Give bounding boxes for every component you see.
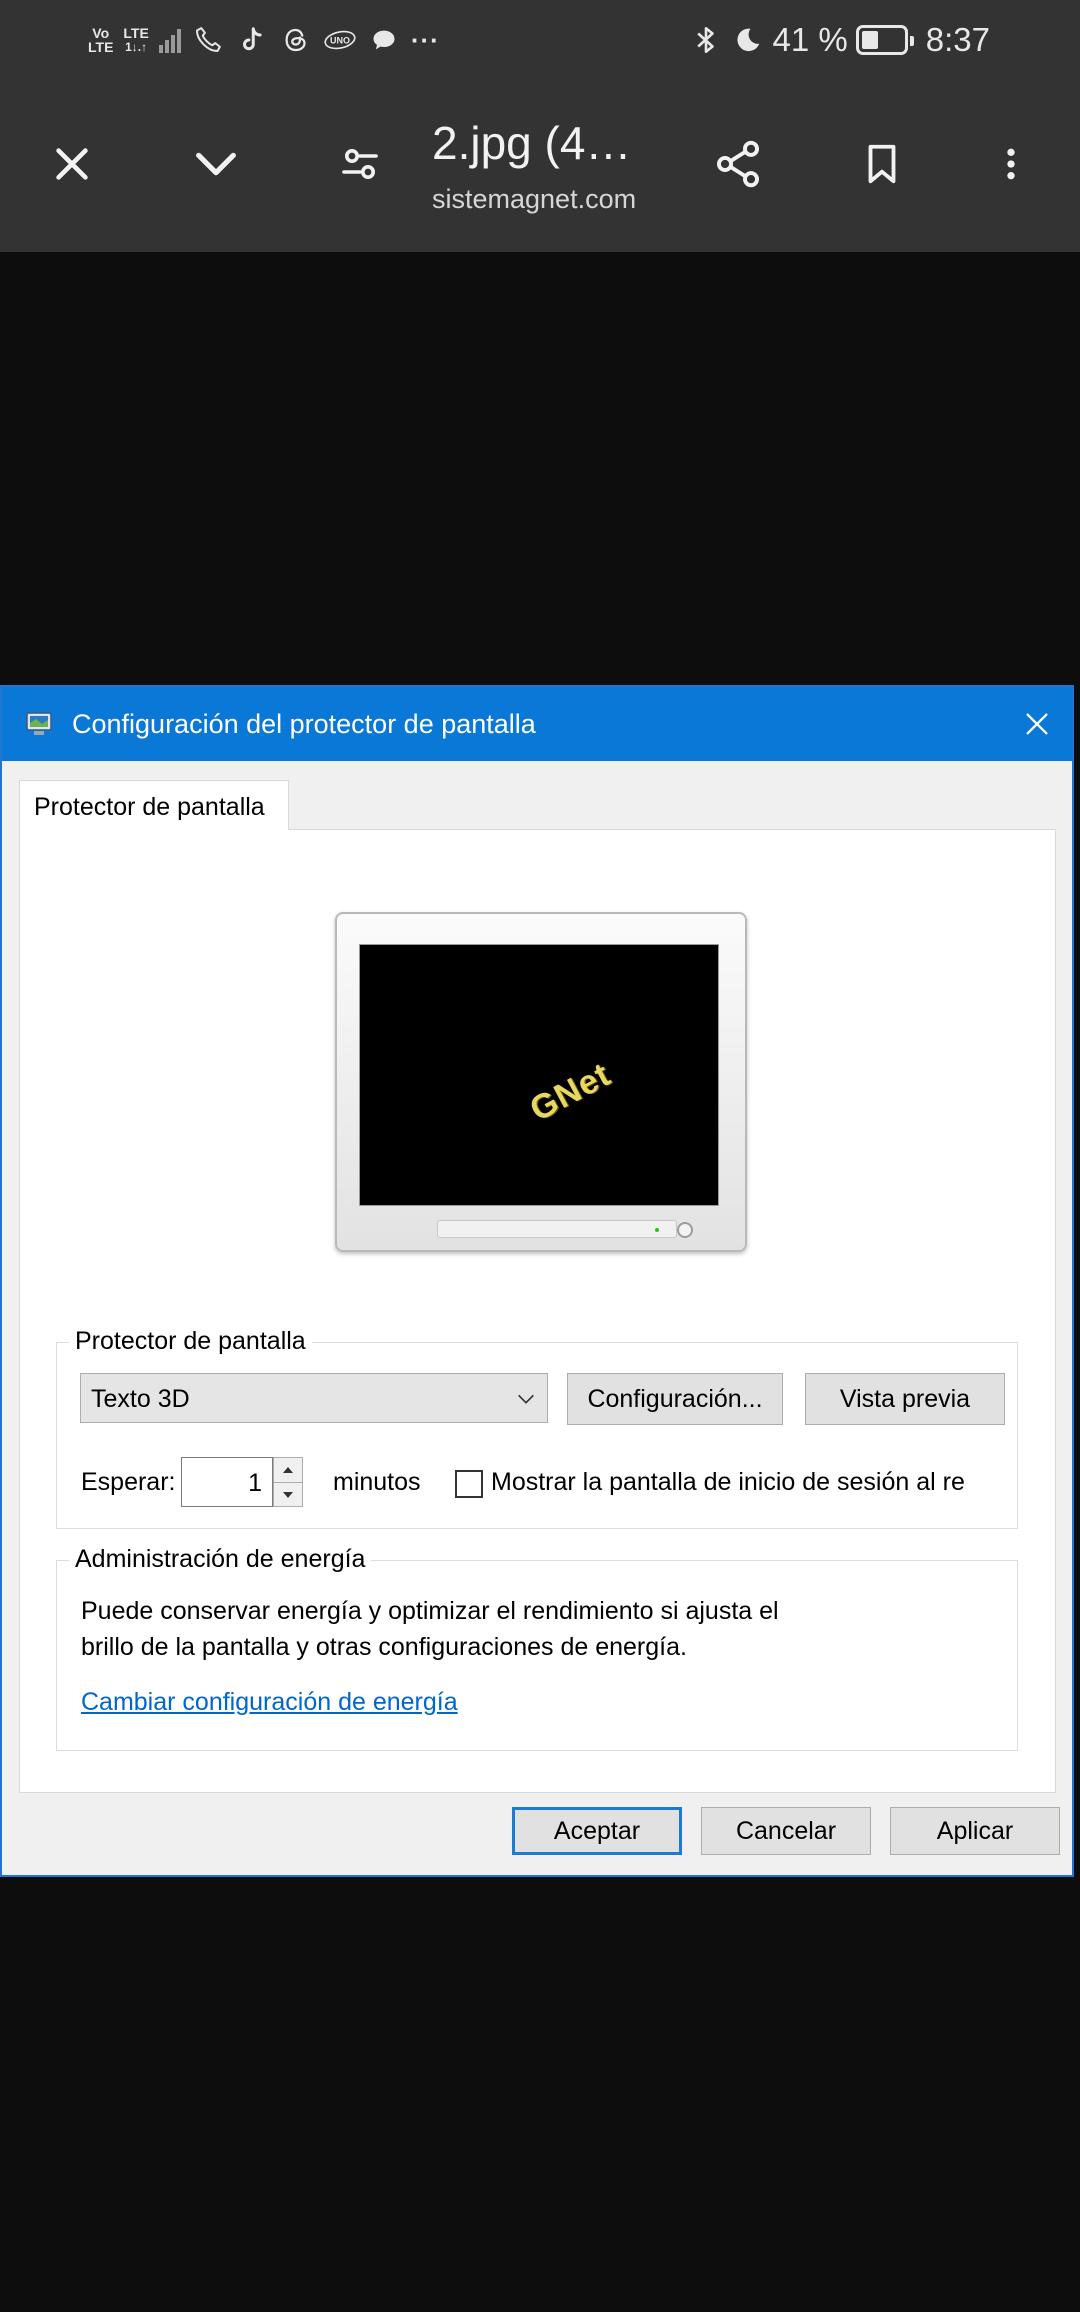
svg-text:UNO: UNO [330,36,350,46]
screensaver-settings-button[interactable]: Configuración... [567,1373,783,1425]
status-bar: Vo LTE LTE 1↓.↑ UNO ··· 41 % 8:37 [0,0,1080,80]
status-bar-left: Vo LTE LTE 1↓.↑ UNO ··· [88,16,440,64]
show-logon-label[interactable]: Mostrar la pantalla de inicio de sesión … [491,1468,965,1496]
preview-button[interactable]: Vista previa [805,1373,1005,1425]
chat-icon [367,23,401,57]
cancel-button[interactable]: Cancelar [701,1807,871,1855]
power-description-line-2: brillo de la pantalla y otras configurac… [81,1633,687,1661]
show-logon-checkbox[interactable] [455,1470,483,1498]
volte-bottom-text: LTE [88,39,114,55]
bluetooth-icon [689,23,723,57]
chevron-down-icon [518,1394,534,1404]
monitor-base-slot [437,1220,677,1238]
spin-up-icon[interactable] [274,1458,302,1482]
status-bar-right: 41 % 8:37 [689,16,990,64]
more-vert-icon[interactable] [975,128,1047,200]
battery-icon [855,25,914,55]
bookmark-icon[interactable] [846,128,918,200]
apply-button[interactable]: Aplicar [890,1807,1060,1855]
image-source-domain[interactable]: sistemagnet.com [432,184,636,215]
image-viewer-toolbar: 2.jpg (4… sistemagnet.com [0,80,1080,252]
ok-button[interactable]: Aceptar [512,1807,682,1855]
chevron-down-icon[interactable] [180,128,252,200]
minutes-label: minutos [333,1468,421,1496]
tab-panel: GNet Protector de pantalla Texto 3D Conf… [19,829,1056,1793]
preview-3d-text: GNet [523,1055,617,1129]
screensaver-group-legend: Protector de pantalla [69,1327,312,1356]
monitor-led [655,1228,659,1232]
spin-down-icon[interactable] [274,1482,302,1506]
volte-indicator: Vo LTE [88,26,113,54]
tab-screensaver[interactable]: Protector de pantalla [19,780,289,830]
moon-icon [731,23,765,57]
image-title[interactable]: 2.jpg (4… [432,116,631,170]
power-description-line-1: Puede conservar energía y optimizar el r… [81,1597,779,1625]
change-power-settings-link[interactable]: Cambiar configuración de energía [81,1688,458,1717]
show-logon-label-clip: Mostrar la pantalla de inicio de sesión … [491,1468,1001,1497]
monitor-power-button [677,1222,693,1238]
screensaver-select[interactable]: Texto 3D [80,1373,548,1423]
wait-minutes-input[interactable]: 1 [181,1457,273,1507]
wait-minutes-stepper[interactable] [273,1457,303,1507]
close-icon[interactable] [1012,699,1062,749]
close-icon[interactable] [36,128,108,200]
threads-icon [279,23,313,57]
signal-icon [158,27,181,53]
page-settings-icon[interactable] [324,128,396,200]
wait-label: Esperar: [81,1468,176,1496]
tiktok-icon [235,23,269,57]
monitor-preview: GNet [335,912,747,1252]
preview-screen: GNet [359,944,719,1206]
dialog-title: Configuración del protector de pantalla [72,709,536,739]
tab-screensaver-label: Protector de pantalla [34,793,265,821]
lte-indicator: LTE 1↓.↑ [123,26,148,54]
screensaver-group: Protector de pantalla Texto 3D Configura… [56,1327,1018,1529]
lte-bottom-text: 1↓.↑ [125,40,148,54]
clock: 8:37 [925,21,990,58]
uno-icon: UNO [323,23,357,57]
lte-top-text: LTE [123,25,149,41]
power-management-group: Administración de energía Puede conserva… [56,1545,1018,1751]
battery-percent: 41 % [772,21,848,58]
display-settings-icon [24,709,54,739]
wait-minutes-value: 1 [248,1469,262,1497]
phone-icon [191,23,225,57]
more-notifications-icon: ··· [410,24,440,55]
dialog-titlebar: Configuración del protector de pantalla [2,687,1072,761]
screensaver-settings-dialog: Configuración del protector de pantalla … [0,685,1074,1877]
power-group-legend: Administración de energía [69,1545,372,1574]
volte-top-text: Vo [92,25,110,41]
share-icon[interactable] [702,128,774,200]
screensaver-select-value: Texto 3D [91,1385,190,1413]
battery-fill [861,31,878,49]
